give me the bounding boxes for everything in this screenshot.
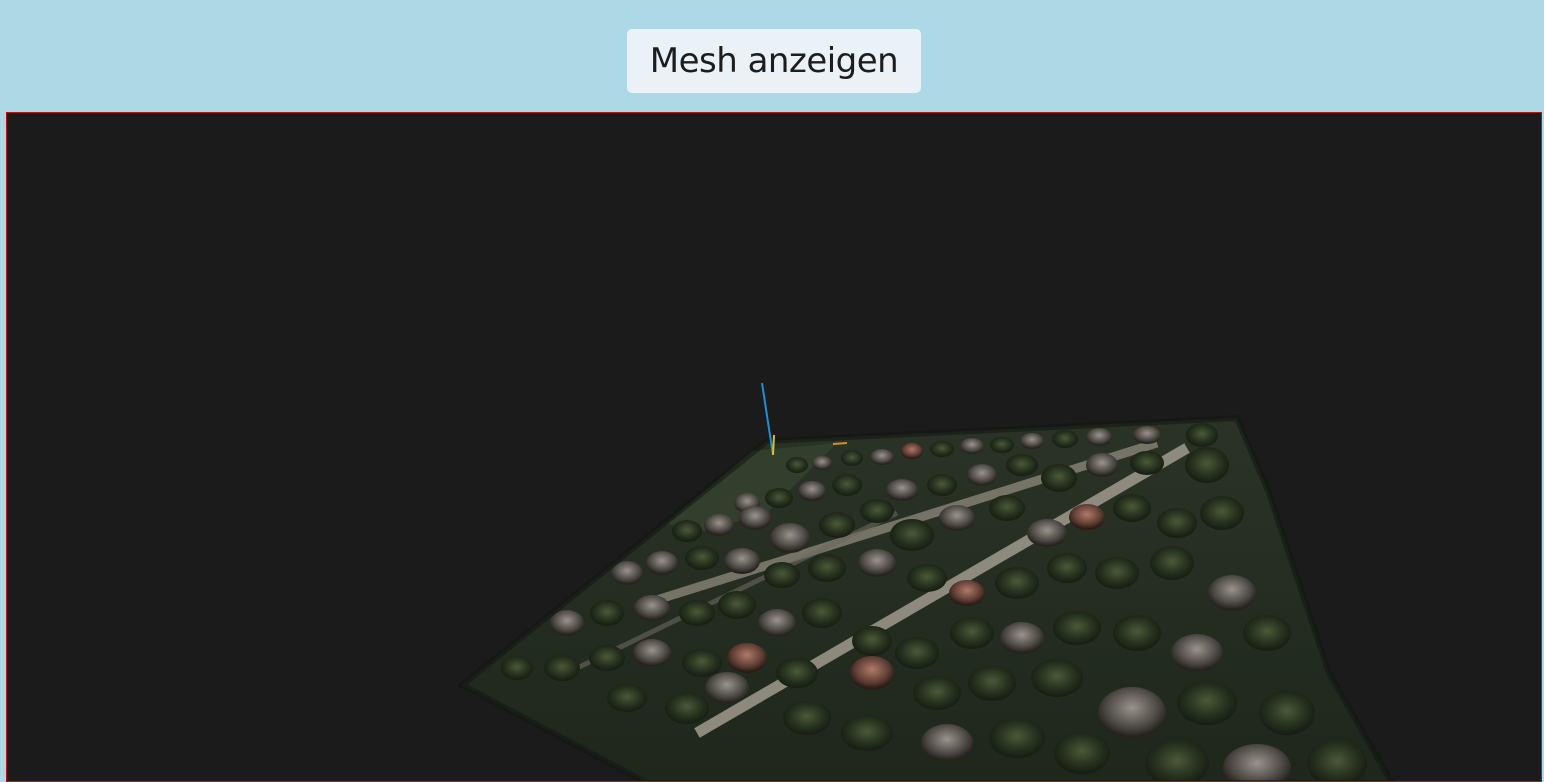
- terrain-mesh: [456, 414, 1395, 781]
- 3d-viewport[interactable]: [6, 112, 1542, 782]
- show-mesh-button[interactable]: Mesh anzeigen: [627, 29, 921, 93]
- top-bar: Mesh anzeigen: [0, 0, 1544, 112]
- mesh-render: [456, 382, 1395, 781]
